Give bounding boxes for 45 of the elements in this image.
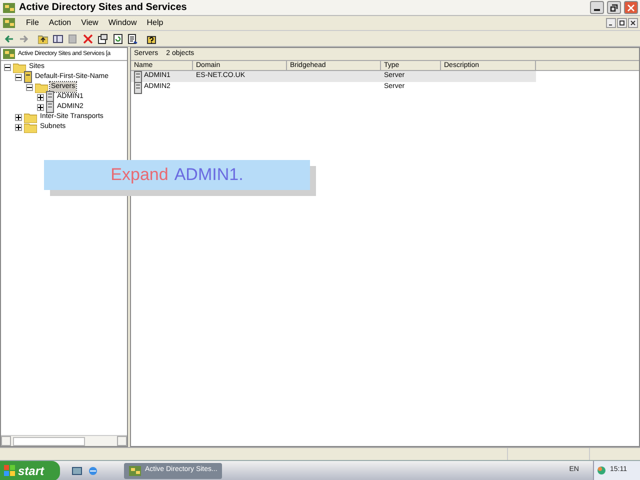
minimize-icon: [594, 9, 600, 11]
restore-icon: [610, 4, 618, 12]
desktop-icon[interactable]: [72, 466, 82, 476]
restore-button[interactable]: [617, 18, 627, 28]
close-icon: [629, 19, 637, 27]
app-icon: [128, 464, 142, 476]
callout-text: ADMIN1.: [174, 164, 244, 186]
start-button[interactable]: start: [0, 460, 60, 480]
app-icon: [2, 48, 16, 60]
pane-icon[interactable]: [53, 34, 63, 44]
expand-icon[interactable]: [37, 104, 44, 110]
expand-icon[interactable]: [15, 114, 22, 120]
windows-logo-icon: [4, 465, 15, 476]
delete-icon[interactable]: [83, 34, 93, 44]
folder-up-icon[interactable]: [38, 34, 48, 44]
close-icon: [627, 4, 635, 12]
app-icon: [2, 2, 16, 14]
properties-icon[interactable]: [98, 34, 108, 44]
help-icon[interactable]: [147, 34, 157, 44]
minimize-button[interactable]: [590, 1, 604, 14]
menu-item[interactable]: Action: [48, 17, 72, 29]
menu-item[interactable]: Help: [146, 17, 164, 29]
folder-icon: [35, 82, 48, 92]
folder-icon: [24, 112, 37, 122]
menu-item[interactable]: View: [81, 17, 98, 29]
export-list-icon[interactable]: [128, 34, 138, 44]
minimize-button[interactable]: [606, 18, 616, 28]
expand-icon[interactable]: [37, 94, 44, 100]
menu-item[interactable]: Window: [108, 17, 137, 29]
window-title: Active Directory Sites and Services: [19, 1, 188, 15]
folder-icon: [24, 122, 37, 132]
site-icon: [24, 71, 32, 83]
collapse-icon[interactable]: [26, 84, 33, 90]
refresh-icon[interactable]: [113, 34, 123, 44]
collapse-icon[interactable]: [15, 74, 22, 80]
menu-item[interactable]: File: [26, 17, 39, 29]
close-button[interactable]: [628, 18, 638, 28]
collapse-icon[interactable]: [4, 64, 11, 70]
restore-button[interactable]: [607, 1, 621, 14]
app-icon: [2, 17, 16, 29]
back-icon[interactable]: [4, 34, 14, 44]
restore-icon: [618, 19, 626, 27]
horizontal-scrollbar[interactable]: [1, 435, 127, 446]
expand-icon[interactable]: [15, 124, 22, 130]
callout-text: Expand: [110, 164, 168, 186]
